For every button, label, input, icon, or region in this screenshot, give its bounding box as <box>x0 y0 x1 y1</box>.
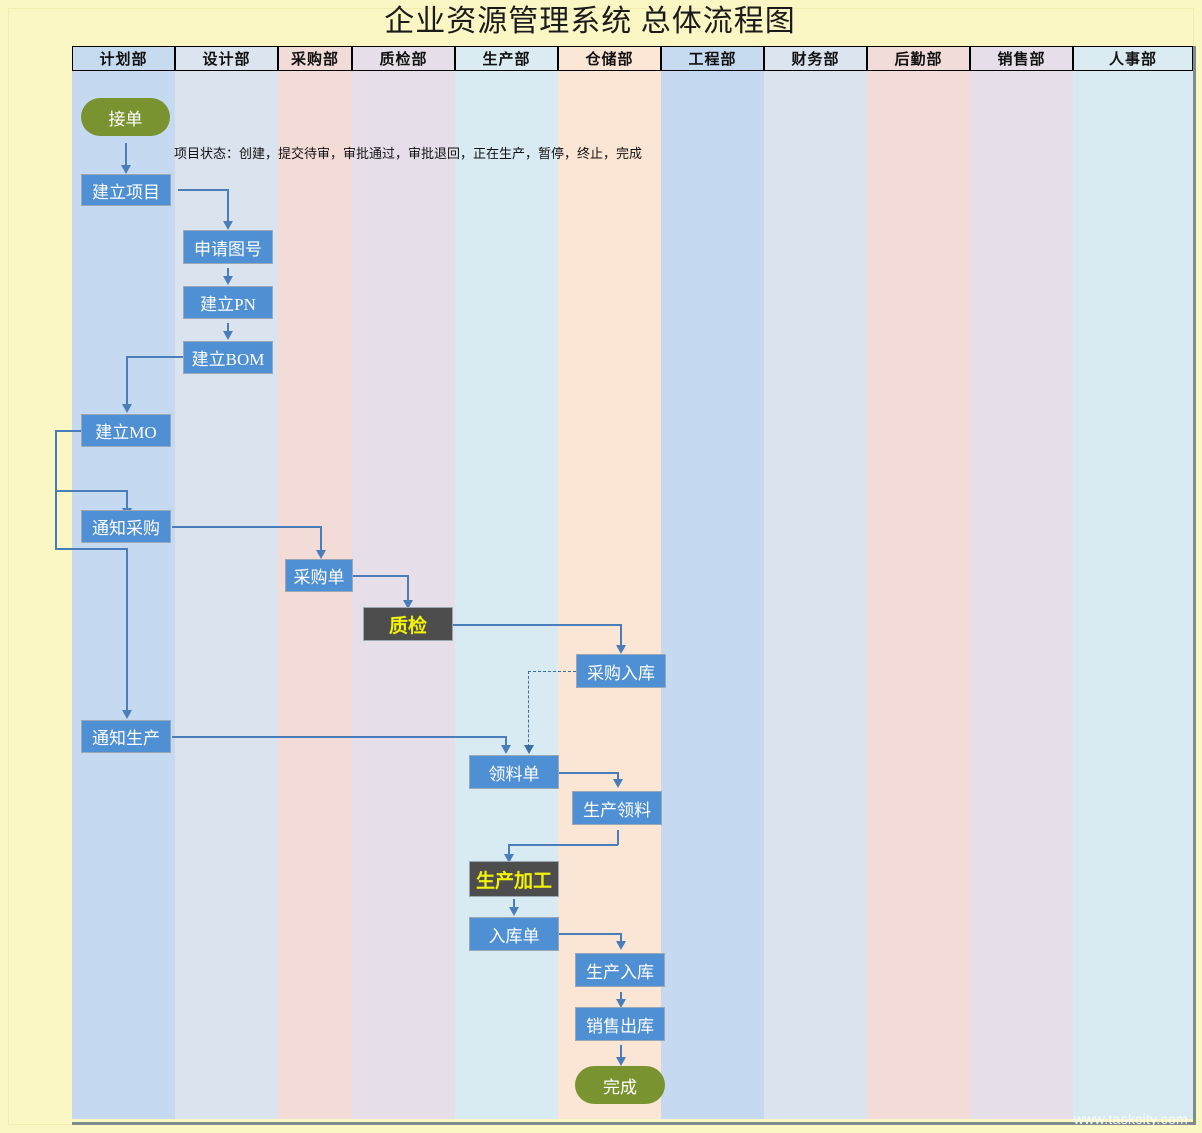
lane-header-logistics[interactable]: 后勤部 <box>867 46 970 71</box>
lane-header-planning[interactable]: 计划部 <box>72 46 175 71</box>
arrowhead <box>122 404 132 413</box>
node-shengchanruku[interactable]: 生产入库 <box>575 953 665 987</box>
edge-caigouruku-to-liaoliaodan-v <box>528 671 529 747</box>
swimlane-finance: 财务部 <box>764 46 867 1119</box>
node-jiedan[interactable]: 接单 <box>81 98 170 136</box>
edge-rukudan-to-shengchanruku-h <box>558 933 621 935</box>
edge-jianlibom-to-jianlimo-v <box>126 356 128 406</box>
lane-header-engineering[interactable]: 工程部 <box>661 46 764 71</box>
node-zhijian[interactable]: 质检 <box>363 607 453 641</box>
swimlane-production: 生产部 <box>455 46 558 1119</box>
swimlane-quality: 质检部 <box>352 46 455 1119</box>
lane-band <box>278 71 352 1119</box>
arrowhead <box>616 1057 626 1066</box>
page-title: 企业资源管理系统 总体流程图 <box>384 5 796 38</box>
lane-header-finance[interactable]: 财务部 <box>764 46 867 71</box>
edge-spine-to-tongzhishengchan-v <box>126 548 128 713</box>
watermark: www.taskcity.com <box>1073 1111 1188 1127</box>
edge-tongzhicaigou-to-caigoudan-v <box>320 526 322 552</box>
edge-caigoudan-to-zhijian-h <box>352 575 408 577</box>
edge-shengchanlingliao-to-shengchanjiagong-h <box>508 844 618 846</box>
arrowhead <box>616 941 626 950</box>
edge-jianlixiangmu-to-shenqingtuhao-h <box>178 189 228 191</box>
lane-band <box>352 71 455 1119</box>
node-caigoudan[interactable]: 采购单 <box>285 559 353 592</box>
node-rukudan[interactable]: 入库单 <box>469 917 559 951</box>
edge-jianlibom-to-jianlimo-h <box>126 356 185 358</box>
edge-shengchanlingliao-to-shengchanjiagong-v1 <box>617 830 619 845</box>
arrowhead <box>223 276 233 285</box>
lane-band <box>764 71 867 1119</box>
lane-header-production[interactable]: 生产部 <box>455 46 558 71</box>
swimlane-planning: 计划部 <box>72 46 175 1119</box>
edge-liaoliaodan-to-shengchanlingliao-h <box>558 772 618 774</box>
node-caigouruku[interactable]: 采购入库 <box>576 654 666 688</box>
node-tongzhishengchan[interactable]: 通知生产 <box>81 720 171 753</box>
edge-caigouruku-to-liaoliaodan-h <box>528 671 576 672</box>
arrowhead <box>501 745 511 754</box>
edge-zhijian-to-caigouruku-v <box>620 624 622 646</box>
lane-header-warehouse[interactable]: 仓储部 <box>558 46 661 71</box>
swimlane-engineering: 工程部 <box>661 46 764 1119</box>
arrowhead <box>316 550 326 559</box>
node-shengchanlingliao[interactable]: 生产领料 <box>572 791 662 825</box>
flowchart-page: 企业资源管理系统 总体流程图 计划部 设计部 采购部 质检部 生产部 仓储部 工… <box>0 0 1202 1133</box>
edge-zhijian-to-caigouruku-h <box>453 624 621 626</box>
edge-jianlixiangmu-to-shenqingtuhao-v <box>227 189 229 221</box>
arrowhead <box>121 165 131 174</box>
lane-band <box>970 71 1073 1119</box>
node-shenqingtuhao[interactable]: 申请图号 <box>183 230 273 264</box>
edge-tongzhishengchan-to-liaoliaodan-h <box>172 736 506 738</box>
node-jianlipn[interactable]: 建立PN <box>183 286 273 319</box>
lane-header-design[interactable]: 设计部 <box>175 46 278 71</box>
swimlane-sales: 销售部 <box>970 46 1073 1119</box>
arrowhead <box>223 331 233 340</box>
node-wancheng[interactable]: 完成 <box>575 1066 665 1104</box>
lane-band <box>72 71 175 1119</box>
node-jianlimo[interactable]: 建立MO <box>81 414 171 447</box>
swimlane-logistics: 后勤部 <box>867 46 970 1119</box>
arrowhead <box>616 645 626 654</box>
edge-jianlimo-spine-h <box>55 430 82 432</box>
node-tongzhicaigou[interactable]: 通知采购 <box>81 510 171 543</box>
lane-band <box>1073 71 1193 1119</box>
project-status-annotation: 项目状态：创建，提交待审，审批通过，审批退回，正在生产，暂停，终止，完成 <box>174 146 643 161</box>
arrowhead <box>509 907 519 916</box>
lane-header-purchasing[interactable]: 采购部 <box>278 46 352 71</box>
edge-caigoudan-to-zhijian-v <box>407 575 409 603</box>
lane-header-quality[interactable]: 质检部 <box>352 46 455 71</box>
arrowhead <box>223 221 233 230</box>
lane-band <box>867 71 970 1119</box>
node-jianlixiangmu[interactable]: 建立项目 <box>81 174 171 206</box>
lane-header-sales[interactable]: 销售部 <box>970 46 1073 71</box>
lane-header-hr[interactable]: 人事部 <box>1073 46 1193 71</box>
lane-band <box>455 71 558 1119</box>
node-shengchanjiagong[interactable]: 生产加工 <box>469 861 559 897</box>
node-xiaoshouchuku[interactable]: 销售出库 <box>575 1007 665 1041</box>
node-jianlibom[interactable]: 建立BOM <box>183 341 273 374</box>
swimlane-hr: 人事部 <box>1073 46 1193 1119</box>
arrowhead <box>122 710 132 719</box>
edge-spine-to-tongzhishengchan-h <box>55 548 127 550</box>
lane-band <box>661 71 764 1119</box>
node-liaoliaodan[interactable]: 领料单 <box>469 755 559 789</box>
arrowhead <box>613 779 623 788</box>
arrowhead <box>524 745 534 754</box>
edge-tongzhicaigou-to-caigoudan-h <box>172 526 322 528</box>
edge-spine-to-tongzhicaigou-h <box>55 490 127 492</box>
